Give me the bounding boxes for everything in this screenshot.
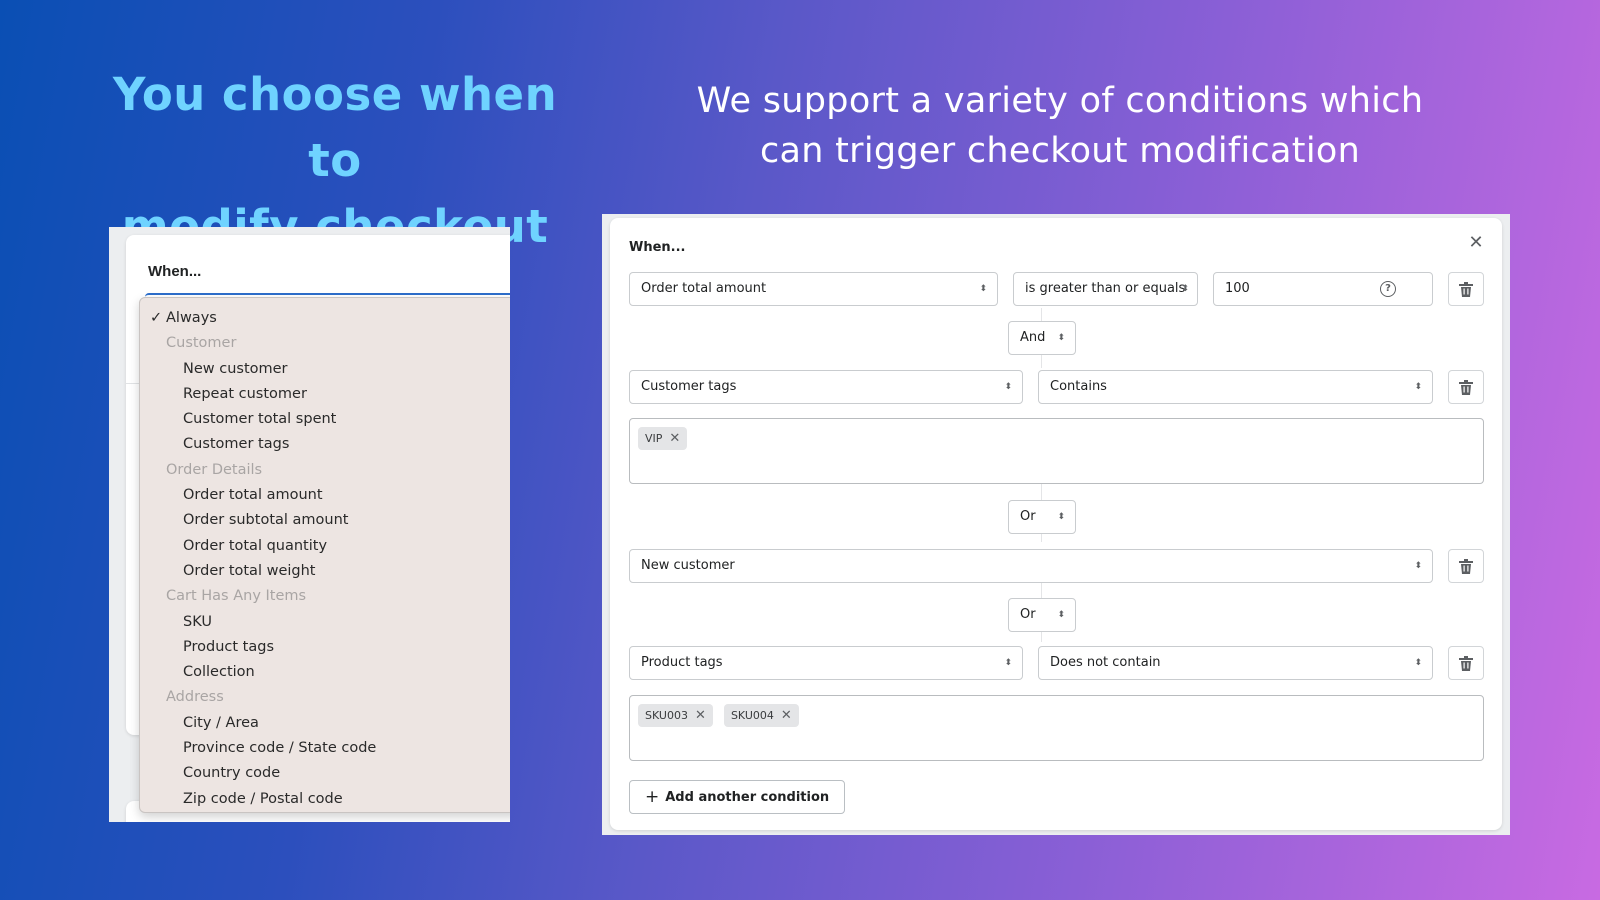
condition-4-operator-select[interactable]: Does not contain ⬍ — [1038, 646, 1433, 680]
help-icon[interactable]: ? — [1380, 281, 1396, 297]
select-arrows-icon: ⬍ — [1057, 610, 1065, 620]
logic-select-and[interactable]: And ⬍ — [1008, 321, 1076, 355]
trash-icon — [1459, 379, 1473, 395]
delete-condition-2-button[interactable] — [1448, 370, 1484, 404]
right-headline-line1: We support a variety of conditions which — [696, 81, 1424, 121]
conditions-card: When... ✕ Order total amount ⬍ is greate… — [610, 218, 1502, 830]
condition-2-tags-input[interactable]: VIP ✕ — [629, 418, 1484, 484]
delete-condition-4-button[interactable] — [1448, 646, 1484, 680]
right-headline: We support a variety of conditions which… — [680, 76, 1440, 176]
logic-select-or-2[interactable]: Or ⬍ — [1008, 598, 1076, 632]
condition-1-field-select[interactable]: Order total amount ⬍ — [629, 272, 998, 306]
dropdown-option-collection[interactable]: Collection — [140, 660, 510, 685]
dropdown-option-product-tags[interactable]: Product tags — [140, 635, 510, 660]
remove-tag-icon[interactable]: ✕ — [781, 708, 792, 723]
dropdown-option-repeat-customer[interactable]: Repeat customer — [140, 382, 510, 407]
dropdown-option-country[interactable]: Country code — [140, 761, 510, 786]
dropdown-group-address: Address — [166, 689, 224, 706]
tag-chip: SKU004 ✕ — [723, 704, 799, 727]
tag-chip: VIP ✕ — [638, 427, 688, 450]
left-headline-line1: You choose when to — [112, 68, 558, 187]
dropdown-option-city[interactable]: City / Area — [140, 711, 510, 736]
dropdown-group-customer: Customer — [166, 335, 237, 352]
plus-icon: + — [645, 787, 660, 807]
dropdown-option-sku[interactable]: SKU — [140, 610, 510, 635]
select-arrows-icon: ⬍ — [979, 284, 987, 294]
condition-1-value-input[interactable]: 100 ? — [1213, 272, 1433, 306]
delete-condition-1-button[interactable] — [1448, 272, 1484, 306]
select-arrows-icon: ⬍ — [1004, 382, 1012, 392]
dropdown-option-always[interactable]: ✓ Always — [140, 306, 510, 331]
trash-icon — [1459, 655, 1473, 671]
trash-icon — [1459, 558, 1473, 574]
left-screenshot-panel: When... ✓ Always Customer New customer Re… — [109, 227, 510, 822]
remove-tag-icon[interactable]: ✕ — [669, 431, 680, 446]
dropdown-option-new-customer[interactable]: New customer — [140, 357, 510, 382]
add-condition-button[interactable]: + Add another condition — [629, 780, 846, 814]
select-arrows-icon: ⬍ — [1414, 561, 1422, 571]
right-screenshot-panel: When... ✕ Order total amount ⬍ is greate… — [602, 214, 1510, 835]
condition-4-tags-input[interactable]: SKU003 ✕ SKU004 ✕ — [629, 695, 1484, 761]
delete-condition-3-button[interactable] — [1448, 549, 1484, 583]
dropdown-option-province[interactable]: Province code / State code — [140, 736, 510, 761]
dropdown-option-order-total-weight[interactable]: Order total weight — [140, 559, 510, 584]
dropdown-option-customer-total-spent[interactable]: Customer total spent — [140, 407, 510, 432]
logic-select-or-1[interactable]: Or ⬍ — [1008, 500, 1076, 534]
when-label: When... — [629, 240, 686, 255]
right-headline-line2: can trigger checkout modification — [759, 131, 1361, 171]
dropdown-group-cart-items: Cart Has Any Items — [166, 588, 307, 605]
condition-3-field-select[interactable]: New customer ⬍ — [629, 549, 1433, 583]
trash-icon — [1459, 281, 1473, 297]
select-arrows-icon: ⬍ — [1057, 512, 1065, 522]
dropdown-option-order-total-quantity[interactable]: Order total quantity — [140, 534, 510, 559]
when-label: When... — [148, 263, 202, 280]
select-arrows-icon: ⬍ — [1004, 658, 1012, 668]
condition-1-operator-select[interactable]: is greater than or equals ⬍ — [1013, 272, 1198, 306]
condition-dropdown-menu[interactable]: ✓ Always Customer New customer Repeat cus… — [139, 297, 510, 813]
dropdown-option-zip[interactable]: Zip code / Postal code — [140, 787, 510, 812]
condition-4-field-select[interactable]: Product tags ⬍ — [629, 646, 1023, 680]
select-arrows-icon: ⬍ — [1181, 284, 1189, 294]
condition-2-field-select[interactable]: Customer tags ⬍ — [629, 370, 1023, 404]
condition-2-operator-select[interactable]: Contains ⬍ — [1038, 370, 1433, 404]
select-arrows-icon: ⬍ — [1414, 382, 1422, 392]
dropdown-group-order-details: Order Details — [166, 461, 263, 478]
close-icon[interactable]: ✕ — [1465, 232, 1487, 254]
dropdown-option-order-subtotal-amount[interactable]: Order subtotal amount — [140, 508, 510, 533]
select-arrows-icon: ⬍ — [1414, 658, 1422, 668]
checkmark-icon: ✓ — [150, 310, 163, 326]
tag-chip: SKU003 ✕ — [638, 704, 713, 727]
select-arrows-icon: ⬍ — [1057, 333, 1065, 343]
remove-tag-icon[interactable]: ✕ — [695, 708, 706, 723]
dropdown-option-customer-tags[interactable]: Customer tags — [140, 432, 510, 457]
dropdown-option-order-total-amount[interactable]: Order total amount — [140, 483, 510, 508]
